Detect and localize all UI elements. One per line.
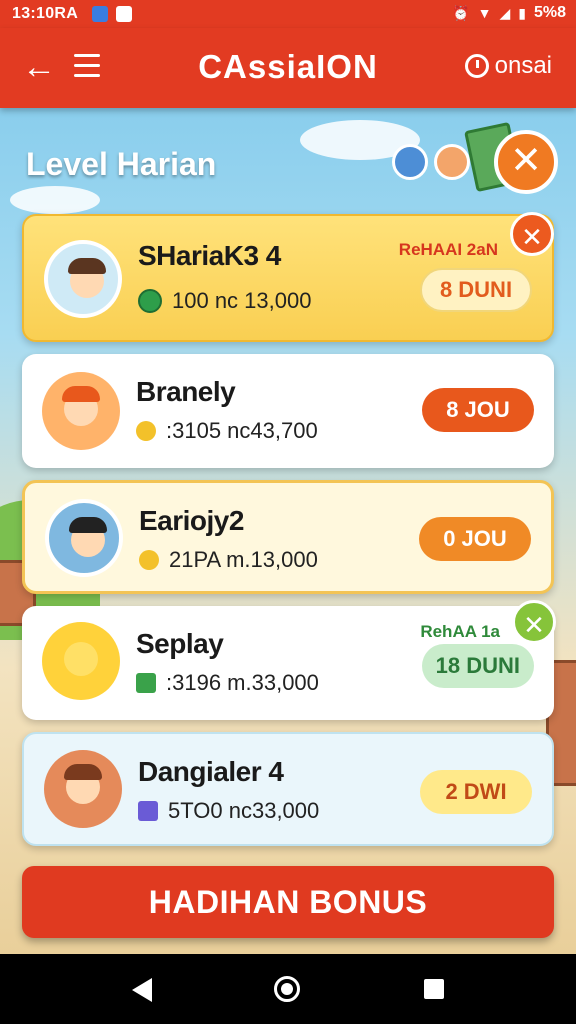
level-card[interactable]: Seplay :3196 m.33,000 RehAA 1a 18 DUNI ✕ xyxy=(22,600,556,720)
card-detail: :3196 m.33,000 xyxy=(136,670,319,696)
status-time: 13:10RA xyxy=(12,5,79,22)
friend-avatars xyxy=(392,144,470,180)
card-detail-text: 5TO0 nc33,000 xyxy=(168,798,320,823)
card-detail-text: 21PA m.13,000 xyxy=(169,547,318,572)
close-icon[interactable]: ✕ xyxy=(510,212,554,256)
battery-icon: ▮ xyxy=(518,4,526,21)
avatar xyxy=(42,622,120,700)
message-icon xyxy=(116,6,133,22)
account-button[interactable]: onsai xyxy=(464,52,552,80)
level-card[interactable]: SHariaK3 4 100 nc 13,000 ReHAAI 2aN 8 DU… xyxy=(22,212,554,342)
coin-icon xyxy=(136,421,156,441)
status-right: ⏰ ▼ ◢ ▮ 5%8 xyxy=(452,4,566,22)
coin-icon xyxy=(138,289,162,313)
card-detail: 5TO0 nc33,000 xyxy=(138,798,319,824)
avatar xyxy=(392,144,428,180)
avatar xyxy=(44,240,122,318)
close-icon[interactable]: ✕ xyxy=(512,600,556,644)
coin-icon xyxy=(136,673,156,693)
status-battery-text: 5%8 xyxy=(533,4,566,21)
cloud-decoration xyxy=(10,186,100,214)
avatar xyxy=(45,499,123,577)
reward-button[interactable]: 0 JOU xyxy=(419,517,531,561)
clock-icon xyxy=(464,54,489,78)
card-detail-text: :3105 nc43,700 xyxy=(166,418,318,443)
avatar xyxy=(44,750,122,828)
coin-icon xyxy=(139,550,159,570)
home-nav-icon[interactable] xyxy=(274,976,300,1002)
level-card[interactable]: Branely :3105 nc43,700 8 JOU xyxy=(22,354,554,468)
close-icon[interactable]: ✕ xyxy=(494,130,558,194)
navigation-bar xyxy=(0,954,576,1024)
card-detail-text: 100 nc 13,000 xyxy=(172,288,312,313)
app-bar: ← CAssiaION onsai xyxy=(0,28,576,108)
card-detail: 21PA m.13,000 xyxy=(139,547,318,573)
card-detail-text: :3196 m.33,000 xyxy=(166,670,319,695)
wifi-icon: ▼ xyxy=(477,5,492,21)
card-tag: ReHAAI 2aN xyxy=(398,240,498,259)
recent-nav-icon[interactable] xyxy=(424,979,444,999)
signal-icon: ◢ xyxy=(499,4,511,21)
card-name: Branely xyxy=(136,376,236,407)
card-name: Eariojy2 xyxy=(139,505,244,536)
card-name: Seplay xyxy=(136,628,224,659)
reward-button[interactable]: 8 DUNI xyxy=(420,268,532,312)
alarm-icon: ⏰ xyxy=(452,4,470,21)
notification-icon xyxy=(92,6,109,22)
bonus-button[interactable]: HADIHAN BONUS xyxy=(22,866,554,938)
reward-button[interactable]: 2 DWI xyxy=(420,770,532,814)
account-label: onsai xyxy=(494,52,552,79)
card-tag: RehAA 1a xyxy=(420,622,500,641)
reward-button[interactable]: 8 JOU xyxy=(422,388,534,432)
level-card[interactable]: Eariojy2 21PA m.13,000 0 JOU xyxy=(22,480,554,594)
coin-icon xyxy=(138,801,158,821)
reward-button[interactable]: 18 DUNI xyxy=(421,644,534,688)
card-name: Dangialer 4 xyxy=(138,756,284,787)
avatar xyxy=(434,144,470,180)
page-title: Level Harian xyxy=(26,146,217,182)
level-card[interactable]: Dangialer 4 5TO0 nc33,000 2 DWI xyxy=(22,732,554,846)
status-bar: 13:10RA ⏰ ▼ ◢ ▮ 5%8 xyxy=(0,0,576,28)
card-name: SHariaK3 4 xyxy=(138,240,281,271)
app-screen: 13:10RA ⏰ ▼ ◢ ▮ 5%8 ← CAssiaION onsai Le… xyxy=(0,0,576,954)
card-detail: 100 nc 13,000 xyxy=(138,288,311,314)
back-nav-icon[interactable] xyxy=(132,978,152,1002)
card-detail: :3105 nc43,700 xyxy=(136,418,318,444)
avatar xyxy=(42,372,120,450)
